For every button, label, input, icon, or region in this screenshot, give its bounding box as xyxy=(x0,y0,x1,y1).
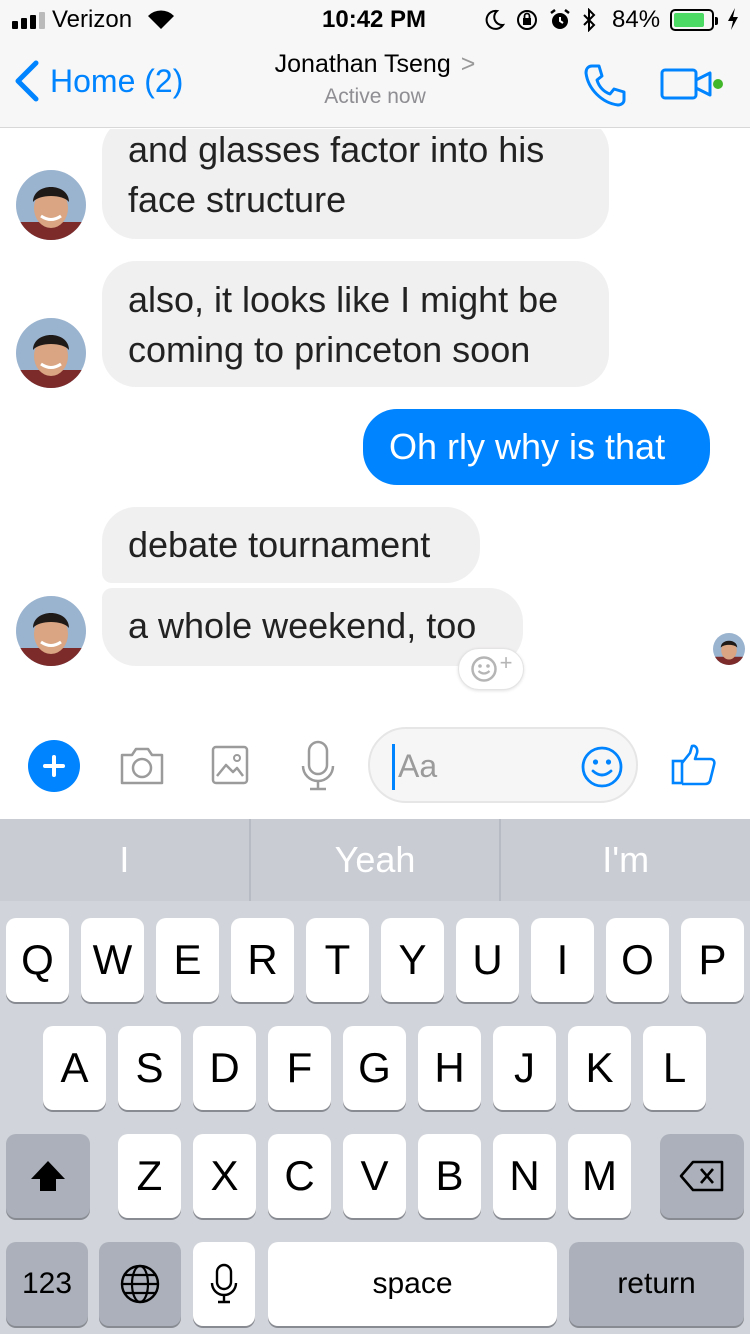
status-bar: Verizon 10:42 PM 84% xyxy=(0,0,750,40)
charging-icon xyxy=(726,7,740,38)
chevron-right-icon: > xyxy=(460,50,476,78)
battery-icon xyxy=(670,9,718,31)
key-c[interactable]: C xyxy=(268,1134,331,1218)
orientation-lock-icon xyxy=(517,10,537,30)
photo-button[interactable] xyxy=(210,743,250,792)
emoji-button[interactable] xyxy=(580,745,624,794)
message-input-field[interactable] xyxy=(368,727,638,803)
conversation-header: Home (2) Jonathan Tseng > Active now xyxy=(0,40,750,128)
return-key[interactable]: return xyxy=(569,1242,744,1326)
smiley-icon xyxy=(470,656,497,682)
plus-icon: + xyxy=(499,650,513,675)
key-z[interactable]: Z xyxy=(118,1134,181,1218)
like-button[interactable] xyxy=(670,743,718,792)
phone-icon xyxy=(584,64,626,107)
active-status: Active now xyxy=(324,85,426,108)
message-composer xyxy=(0,719,750,819)
key-s[interactable]: S xyxy=(118,1026,181,1110)
emoji-icon xyxy=(581,746,623,788)
key-e[interactable]: E xyxy=(156,918,219,1002)
key-f[interactable]: F xyxy=(268,1026,331,1110)
add-reaction-button[interactable]: + xyxy=(458,648,524,690)
key-n[interactable]: N xyxy=(493,1134,556,1218)
video-call-button[interactable] xyxy=(660,68,724,107)
key-h[interactable]: H xyxy=(418,1026,481,1110)
bluetooth-icon xyxy=(583,8,596,32)
message-input[interactable] xyxy=(398,745,568,787)
keyboard: I Yeah I'm QWERTYUIOPASDFGHJKLZXCVBNM 12… xyxy=(0,819,750,1334)
key-a[interactable]: A xyxy=(43,1026,106,1110)
backspace-icon xyxy=(679,1160,724,1192)
message-bubble[interactable]: a whole weekend, too xyxy=(102,588,523,666)
message-thread[interactable]: and glasses factor into his face structu… xyxy=(0,129,750,719)
microphone-icon xyxy=(210,1263,238,1304)
key-v[interactable]: V xyxy=(343,1134,406,1218)
alarm-icon xyxy=(550,9,570,29)
space-key[interactable]: space xyxy=(268,1242,557,1326)
video-camera-icon xyxy=(660,68,723,100)
prediction-suggestion[interactable]: I'm xyxy=(499,819,750,901)
key-b[interactable]: B xyxy=(418,1134,481,1218)
key-x[interactable]: X xyxy=(193,1134,256,1218)
voice-record-button[interactable] xyxy=(298,739,338,798)
message-bubble[interactable]: and glasses factor into his face structu… xyxy=(102,129,609,239)
key-p[interactable]: P xyxy=(681,918,744,1002)
do-not-disturb-icon xyxy=(485,9,505,30)
avatar[interactable] xyxy=(16,318,86,388)
dictation-key[interactable] xyxy=(193,1242,255,1326)
key-i[interactable]: I xyxy=(531,918,594,1002)
key-w[interactable]: W xyxy=(81,918,144,1002)
contact-name: Jonathan Tseng xyxy=(274,50,451,78)
key-g[interactable]: G xyxy=(343,1026,406,1110)
avatar[interactable] xyxy=(16,596,86,666)
predictive-text-bar: I Yeah I'm xyxy=(0,819,750,901)
message-text: coming to princeton soon xyxy=(128,329,531,370)
key-o[interactable]: O xyxy=(606,918,669,1002)
globe-icon xyxy=(120,1264,160,1304)
globe-key[interactable] xyxy=(99,1242,181,1326)
key-r[interactable]: R xyxy=(231,918,294,1002)
key-t[interactable]: T xyxy=(306,918,369,1002)
status-time: 10:42 PM xyxy=(322,6,427,33)
key-m[interactable]: M xyxy=(568,1134,631,1218)
prediction-suggestion[interactable]: I xyxy=(0,819,249,901)
key-q[interactable]: Q xyxy=(6,918,69,1002)
message-text: also, it looks like I might be xyxy=(128,279,559,320)
thumbs-up-icon xyxy=(671,744,716,786)
message-text: debate tournament xyxy=(128,524,431,565)
camera-icon xyxy=(120,747,164,785)
key-d[interactable]: D xyxy=(193,1026,256,1110)
key-y[interactable]: Y xyxy=(381,918,444,1002)
key-u[interactable]: U xyxy=(456,918,519,1002)
contact-title[interactable]: Jonathan Tseng > Active now xyxy=(0,50,750,109)
prediction-suggestion[interactable]: Yeah xyxy=(248,819,500,901)
carrier-name: Verizon xyxy=(52,6,133,33)
microphone-icon xyxy=(301,740,335,791)
key-k[interactable]: K xyxy=(568,1026,631,1110)
read-receipt-avatar xyxy=(713,633,745,665)
camera-button[interactable] xyxy=(118,743,166,792)
key-j[interactable]: J xyxy=(493,1026,556,1110)
battery-percentage: 84% xyxy=(612,6,661,33)
cellular-signal-icon xyxy=(12,11,45,29)
message-bubble[interactable]: also, it looks like I might be coming to… xyxy=(102,261,609,387)
shift-key[interactable] xyxy=(6,1134,90,1218)
key-l[interactable]: L xyxy=(643,1026,706,1110)
message-bubble[interactable]: Oh rly why is that xyxy=(363,409,710,485)
shift-arrow-icon xyxy=(31,1161,65,1191)
more-actions-button[interactable] xyxy=(28,740,80,792)
status-icons xyxy=(485,8,597,32)
message-text: Oh rly why is that xyxy=(389,426,666,467)
photo-icon xyxy=(211,745,249,785)
avatar[interactable] xyxy=(16,170,86,240)
message-text: face structure xyxy=(128,179,347,220)
text-cursor xyxy=(392,744,395,790)
phone-call-button[interactable] xyxy=(582,62,628,113)
message-text: and glasses factor into his xyxy=(128,129,545,170)
message-bubble[interactable]: debate tournament xyxy=(102,507,480,583)
numbers-key[interactable]: 123 xyxy=(6,1242,88,1326)
message-text: a whole weekend, too xyxy=(128,605,477,646)
delete-key[interactable] xyxy=(660,1134,744,1218)
wifi-icon xyxy=(146,8,176,37)
